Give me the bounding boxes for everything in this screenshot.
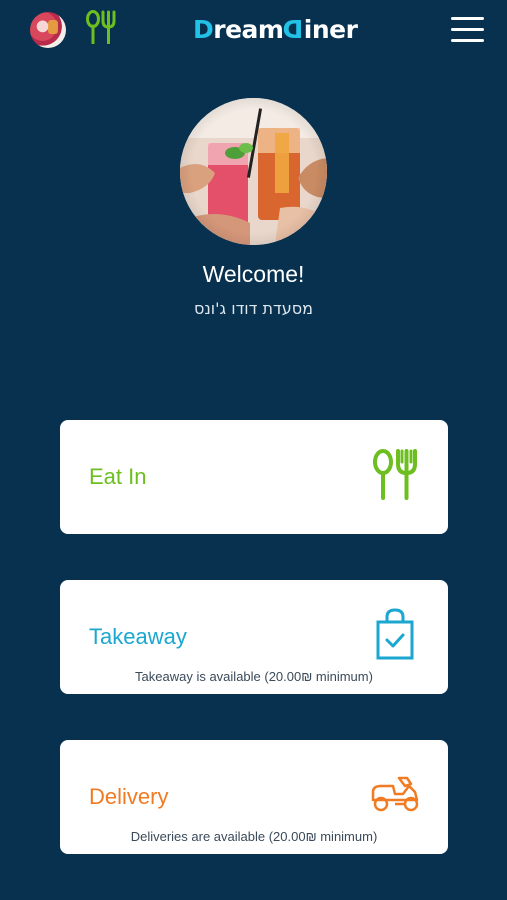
brand-letter-d-mirrored: D (283, 15, 304, 44)
shopping-bag-check-icon (376, 608, 414, 660)
drinks-photo (180, 98, 327, 245)
restaurant-photo (180, 98, 327, 245)
eat-in-button[interactable]: Eat In (60, 420, 448, 534)
hamburger-menu-icon[interactable] (451, 17, 484, 43)
top-bar: DreamDiner (0, 0, 507, 62)
brand-text-ream: ream (213, 15, 284, 44)
delivery-availability: Deliveries are available (20.00₪ minimum… (130, 829, 378, 844)
scooter-icon (371, 776, 419, 812)
menu-line (451, 28, 484, 31)
restaurant-avatar[interactable] (30, 12, 66, 48)
eat-in-label: Eat In (89, 464, 147, 489)
menu-line (451, 17, 484, 20)
brand-letter-d: D (193, 15, 214, 44)
restaurant-name: מסעדת דודו ג'ונס (193, 299, 313, 318)
welcome-title: Welcome! (202, 261, 305, 287)
avatar-image-detail (48, 20, 58, 34)
menu-line (451, 39, 484, 42)
takeaway-button[interactable]: Takeaway Takeaway is available (20.00₪ m… (60, 580, 448, 694)
brand-logo: DreamDiner (193, 13, 358, 47)
takeaway-label: Takeaway (89, 624, 187, 649)
delivery-button[interactable]: Delivery Deliveries are available (20.00… (60, 740, 448, 854)
utensils-icon (86, 10, 116, 44)
utensils-icon (373, 449, 417, 500)
delivery-label: Delivery (89, 784, 169, 809)
app-screen: DreamDiner Welcome! מסעדת דודו ג'ונס Eat… (0, 0, 507, 900)
takeaway-availability: Takeaway is available (20.00₪ minimum) (135, 669, 373, 684)
brand-text-iner: iner (303, 15, 358, 44)
